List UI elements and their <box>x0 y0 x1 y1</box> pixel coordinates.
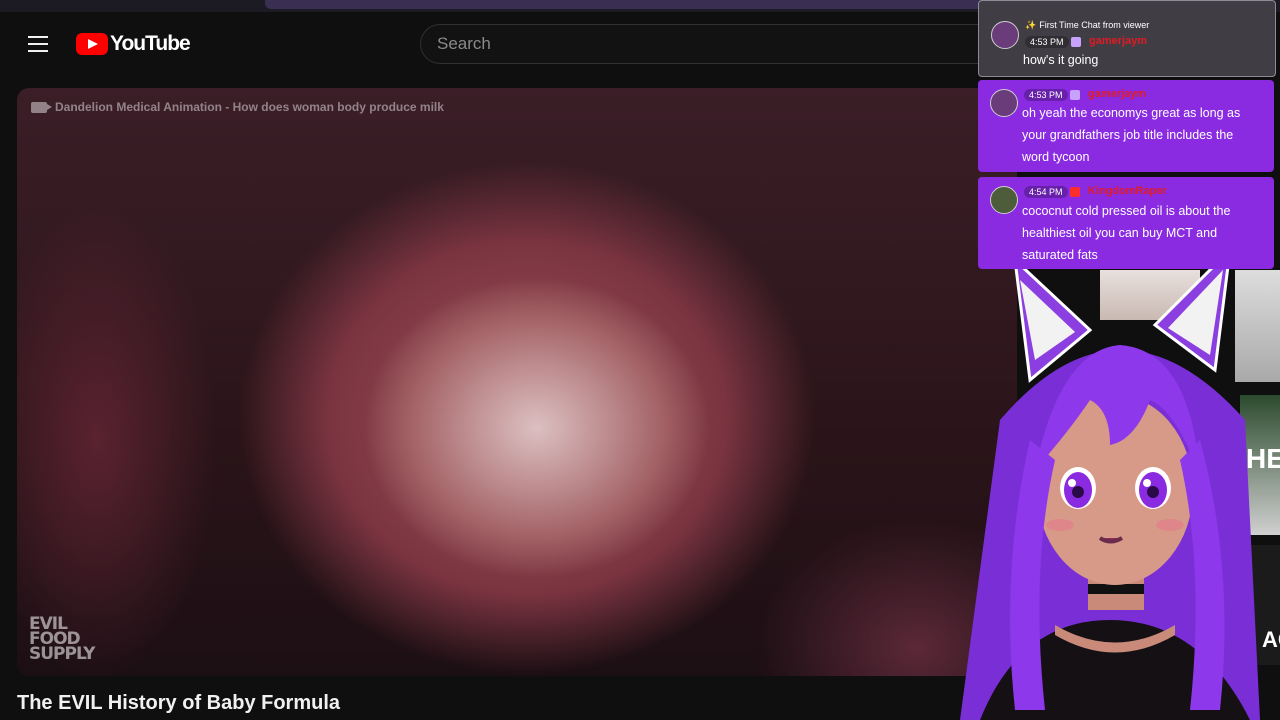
channel-logo: EVIL FOOD SUPPLY <box>29 616 95 664</box>
user-avatar <box>991 21 1019 49</box>
youtube-wordmark: YouTube <box>110 32 191 55</box>
message-timestamp: 4:53 PM <box>1025 36 1069 48</box>
youtube-play-icon <box>76 33 108 55</box>
youtube-icon <box>1070 187 1080 197</box>
message-timestamp: 4:54 PM <box>1024 186 1068 198</box>
user-avatar <box>990 186 1018 214</box>
video-player[interactable]: Dandelion Medical Animation - How does w… <box>17 88 1017 676</box>
twitch-icon <box>1071 37 1081 47</box>
thumbnail-text: AC <box>1262 627 1280 652</box>
youtube-logo[interactable]: YouTube <box>76 32 191 56</box>
message-timestamp: 4:53 PM <box>1024 89 1068 101</box>
chat-message-text: cococnut cold pressed oil is about the h… <box>1022 204 1231 262</box>
chat-message-text: oh yeah the economys great as long as yo… <box>1022 106 1241 164</box>
menu-icon[interactable] <box>28 36 48 52</box>
chat-username: gamerjaym <box>1088 88 1147 100</box>
watermark-text: Dandelion Medical Animation - How does w… <box>55 100 444 114</box>
first-time-chat-badge: ✨ First Time Chat from viewer <box>1025 20 1149 31</box>
twitch-icon <box>1070 90 1080 100</box>
chat-message: 4:53 PM gamerjaym oh yeah the economys g… <box>978 80 1274 172</box>
video-title: The EVIL History of Baby Formula <box>17 692 341 714</box>
chat-message: 4:54 PM KingdomRaper cococnut cold press… <box>978 177 1274 269</box>
chat-message-text: how's it going <box>1023 53 1099 67</box>
video-camera-icon <box>31 101 52 113</box>
channel-logo-line: SUPPLY <box>29 644 95 664</box>
chat-message: ✨ First Time Chat from viewer 4:53 PM gam… <box>978 0 1276 77</box>
search-box[interactable] <box>420 24 1002 64</box>
first-time-chat-label: First Time Chat from viewer <box>1039 20 1150 30</box>
vtuber-avatar <box>960 245 1260 720</box>
user-avatar <box>990 89 1018 117</box>
video-source-watermark: Dandelion Medical Animation - How does w… <box>31 100 444 114</box>
chat-username: KingdomRaper <box>1088 185 1167 197</box>
chat-username: gamerjaym <box>1089 35 1148 47</box>
search-input[interactable] <box>421 25 993 63</box>
sparkle-icon: ✨ <box>1025 20 1037 30</box>
browser-active-tab[interactable] <box>265 0 985 9</box>
